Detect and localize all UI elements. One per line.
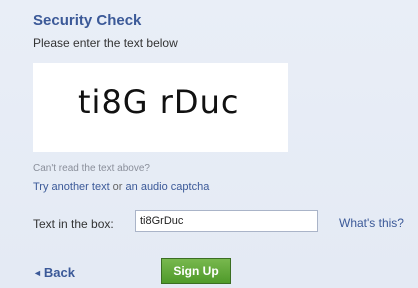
captcha-input[interactable] <box>135 210 318 232</box>
captcha-image: ti8G rDuc <box>33 63 288 152</box>
instruction-text: Please enter the text below <box>33 36 178 50</box>
security-check-title: Security Check <box>33 12 142 29</box>
security-check-panel: Security Check Please enter the text bel… <box>0 0 418 288</box>
alternative-captcha-links: Try another text or an audio captcha <box>33 181 209 193</box>
sign-up-button[interactable]: Sign Up <box>161 258 231 284</box>
back-arrow-icon: ◄ <box>33 268 42 278</box>
back-link[interactable]: ◄ Back <box>33 265 75 280</box>
whats-this-link[interactable]: What's this? <box>339 216 404 230</box>
or-text: or <box>109 181 126 193</box>
try-another-text-link[interactable]: Try another text <box>33 181 110 193</box>
back-label: Back <box>43 265 75 280</box>
captcha-text: ti8G rDuc <box>78 83 240 121</box>
captcha-input-label: Text in the box: <box>33 217 114 231</box>
cant-read-text: Can't read the text above? <box>33 163 150 174</box>
audio-captcha-link[interactable]: an audio captcha <box>126 181 210 193</box>
